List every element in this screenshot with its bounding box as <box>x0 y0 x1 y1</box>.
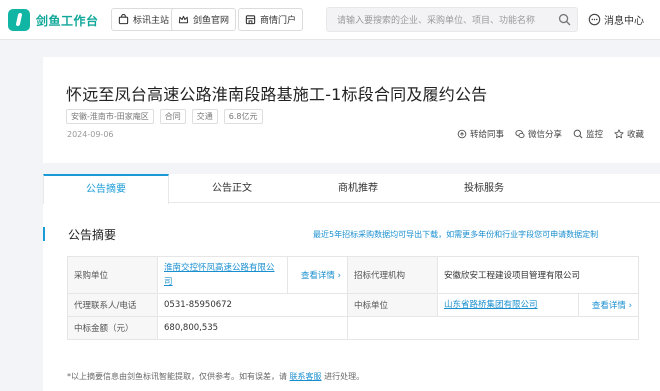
favorite-button[interactable]: 收藏 <box>614 128 644 140</box>
publish-date: 2024-09-06 <box>67 130 114 139</box>
wechat-share-label: 微信分享 <box>528 130 563 140</box>
contact-support-link[interactable]: 联系客服 <box>290 372 322 381</box>
summary-table: 采购单位 淮南交控怀凤高速公路有限公司 查看详情 › 招标代理机构 安徽欣安工程… <box>67 256 639 340</box>
empty-cell <box>347 316 639 340</box>
content-panel: 公告摘要 公告正文 商机推荐 投标服务 公告摘要 最近5年招标采购数据均可导出下… <box>43 174 660 391</box>
industry-tag: 交通 <box>191 109 218 124</box>
page-title: 怀远至凤台高速公路淮南段路基施工-1标段合同及履约公告 <box>66 85 488 104</box>
section-title: 公告摘要 <box>68 228 117 242</box>
monitor-icon <box>573 129 583 139</box>
monitor-button[interactable]: 监控 <box>573 128 603 140</box>
note-suffix: 进行处理。 <box>324 372 365 381</box>
winner-link[interactable]: 山东省路桥集团有限公司 <box>444 300 538 310</box>
search-box <box>326 7 578 33</box>
crown-icon <box>178 15 189 24</box>
star-icon <box>614 129 624 139</box>
note-prefix: *以上摘要信息由剑鱼标讯智能提取，仅供参考。如有误差，请 <box>67 372 287 381</box>
top-bar: 剑鱼工作台 标讯主站 剑鱼官网 商情门户 消息中心 <box>0 0 660 40</box>
agency-value: 安徽欣安工程建设项目管理有限公司 <box>437 256 639 294</box>
tab-bidding-service[interactable]: 投标服务 <box>421 174 547 203</box>
search-icon[interactable] <box>558 13 571 26</box>
logo-icon <box>8 9 30 31</box>
amount-tag: 6.8亿元 <box>223 109 263 124</box>
purchaser-details-label: 查看详情 <box>300 271 335 281</box>
search-input[interactable] <box>327 9 549 33</box>
table-row: 代理联系人/电话 0531-85950672 中标单位 山东省路桥集团有限公司 … <box>67 293 639 317</box>
purchaser-details-link[interactable]: 查看详情 › <box>287 256 348 294</box>
notice-actions: 转给同事 微信分享 监控 收藏 <box>457 128 655 140</box>
purchaser-label: 采购单位 <box>67 256 158 294</box>
winner-cell: 山东省路桥集团有限公司 <box>437 293 579 317</box>
award-amount-value: 680,800,535 <box>157 316 348 340</box>
wechat-icon <box>515 129 525 139</box>
wechat-share-button[interactable]: 微信分享 <box>515 128 562 140</box>
storefront-icon <box>245 15 256 25</box>
table-row: 中标金额（元） 680,800,535 <box>67 316 639 340</box>
region-tag: 安徽-淮南市-田家庵区 <box>66 109 154 124</box>
tab-notice-body[interactable]: 公告正文 <box>169 174 295 203</box>
nav-main-site-label: 标讯主站 <box>133 16 170 26</box>
type-tag: 合同 <box>159 109 186 124</box>
tab-summary[interactable]: 公告摘要 <box>43 174 169 204</box>
notice-header-card: 怀远至凤台高速公路淮南段路基施工-1标段合同及履约公告 安徽-淮南市-田家庵区 … <box>43 57 660 163</box>
chat-bubble-icon <box>588 13 601 26</box>
message-center-button[interactable]: 消息中心 <box>588 12 644 27</box>
forward-colleague-label: 转给同事 <box>470 130 505 140</box>
purchaser-cell: 淮南交控怀凤高速公路有限公司 <box>157 256 288 294</box>
agent-contact-label: 代理联系人/电话 <box>67 293 158 317</box>
message-center-label: 消息中心 <box>604 16 644 27</box>
monitor-label: 监控 <box>586 130 604 140</box>
table-row: 采购单位 淮南交控怀凤高速公路有限公司 查看详情 › 招标代理机构 安徽欣安工程… <box>67 256 639 294</box>
favorite-label: 收藏 <box>627 130 645 140</box>
winner-label: 中标单位 <box>347 293 438 317</box>
data-export-link[interactable]: 最近5年招标采购数据均可导出下载，如需更多年份和行业字段您可申请数据定制 <box>313 229 598 240</box>
nav-business-portal-button[interactable]: 商情门户 <box>238 8 304 31</box>
agency-label: 招标代理机构 <box>347 256 438 294</box>
nav-official-site-button[interactable]: 剑鱼官网 <box>171 8 237 31</box>
tab-bar: 公告摘要 公告正文 商机推荐 投标服务 <box>43 174 660 204</box>
tab-business-recommend[interactable]: 商机推荐 <box>295 174 421 203</box>
award-amount-label: 中标金额（元） <box>67 316 158 340</box>
disclaimer-note: *以上摘要信息由剑鱼标讯智能提取，仅供参考。如有误差，请 联系客服 进行处理。 <box>67 371 364 382</box>
bag-icon <box>118 14 129 25</box>
agent-contact-value: 0531-85950672 <box>157 293 348 317</box>
nav-main-site-button[interactable]: 标讯主站 <box>111 8 177 31</box>
share-colleague-icon <box>457 129 467 139</box>
nav-business-portal-label: 商情门户 <box>260 16 297 26</box>
purchaser-link[interactable]: 淮南交控怀凤高速公路有限公司 <box>164 263 275 287</box>
winner-details-link[interactable]: 查看详情 › <box>578 293 639 317</box>
section-accent-bar <box>43 227 45 241</box>
nav-official-site-label: 剑鱼官网 <box>193 16 230 26</box>
notice-tags: 安徽-淮南市-田家庵区 合同 交通 6.8亿元 <box>66 109 269 124</box>
logo-text: 剑鱼工作台 <box>36 13 99 28</box>
winner-details-label: 查看详情 <box>591 301 626 311</box>
forward-colleague-button[interactable]: 转给同事 <box>457 128 504 140</box>
logo[interactable]: 剑鱼工作台 <box>8 9 99 31</box>
